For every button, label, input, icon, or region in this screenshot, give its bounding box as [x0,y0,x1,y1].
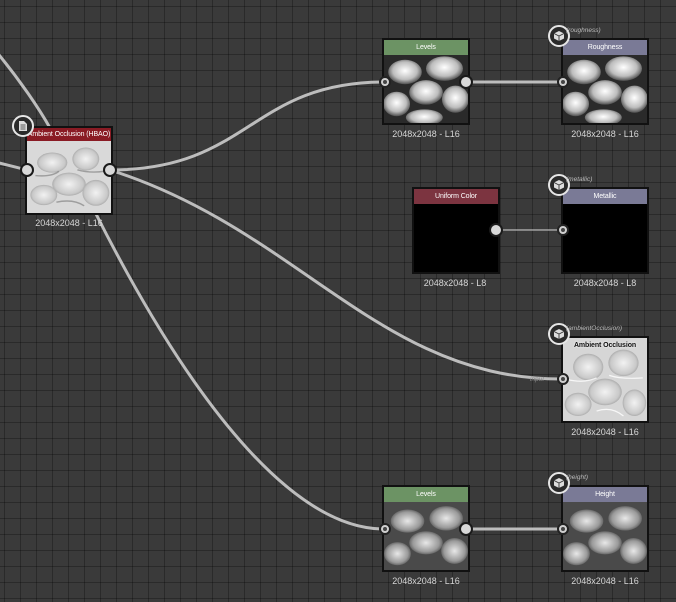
input-port[interactable] [379,76,391,88]
output-port[interactable] [459,522,473,536]
node-resolution: 2048x2048 - L16 [571,129,639,139]
node-resolution: 2048x2048 - L16 [571,427,639,437]
node-metallic-output[interactable]: Metallic [561,187,649,274]
output-port[interactable] [459,75,473,89]
node-identifier: (ambientOcclusion) [566,325,622,332]
input-port[interactable] [557,373,569,385]
output-port[interactable] [489,223,503,237]
node-thumbnail [563,204,647,272]
node-thumbnail [27,141,111,213]
node-resolution: 2048x2048 - L16 [392,129,460,139]
node-uniform-color[interactable]: Uniform Color [412,187,500,274]
node-title: Metallic [563,189,647,204]
node-height-output[interactable]: Height [561,485,649,572]
node-thumbnail [563,502,647,570]
node-title: Ambient Occlusion [573,342,637,349]
node-title: Height [563,487,647,502]
node-resolution: 2048x2048 - L16 [392,576,460,586]
node-identifier: (metallic) [566,176,593,183]
input-port[interactable] [20,163,34,177]
node-thumbnail [384,502,468,570]
node-title: Levels [384,487,468,502]
node-roughness-output[interactable]: Roughness [561,38,649,125]
input-port[interactable] [379,523,391,535]
input-port[interactable] [557,224,569,236]
node-thumbnail [384,55,468,123]
node-levels-bottom[interactable]: Levels [382,485,470,572]
wire-hbao-to-levels-bottom [93,210,387,531]
node-identifier: (roughness) [566,27,601,34]
node-title: Roughness [563,40,647,55]
output-port[interactable] [103,163,117,177]
node-ambient-occlusion-hbao[interactable]: Ambient Occlusion (HBAO) [25,126,113,215]
node-resolution: 2048x2048 - L16 [35,218,103,228]
input-label: input [530,376,545,383]
node-resolution: 2048x2048 - L16 [571,576,639,586]
node-title: Ambient Occlusion (HBAO) [27,128,111,141]
node-thumbnail [414,204,498,272]
node-resolution: 2048x2048 - L8 [573,278,637,288]
node-levels-top[interactable]: Levels [382,38,470,125]
node-identifier: (height) [566,474,589,481]
node-thumbnail [563,55,647,123]
node-title: Levels [384,40,468,55]
input-port[interactable] [557,523,569,535]
node-title: Uniform Color [414,189,498,204]
node-resolution: 2048x2048 - L8 [423,278,487,288]
input-port[interactable] [557,76,569,88]
document-icon[interactable] [12,115,34,137]
wire-hbao-to-levels-top [108,80,387,172]
node-ambient-occlusion-output[interactable]: Ambient Occlusion [561,336,649,423]
